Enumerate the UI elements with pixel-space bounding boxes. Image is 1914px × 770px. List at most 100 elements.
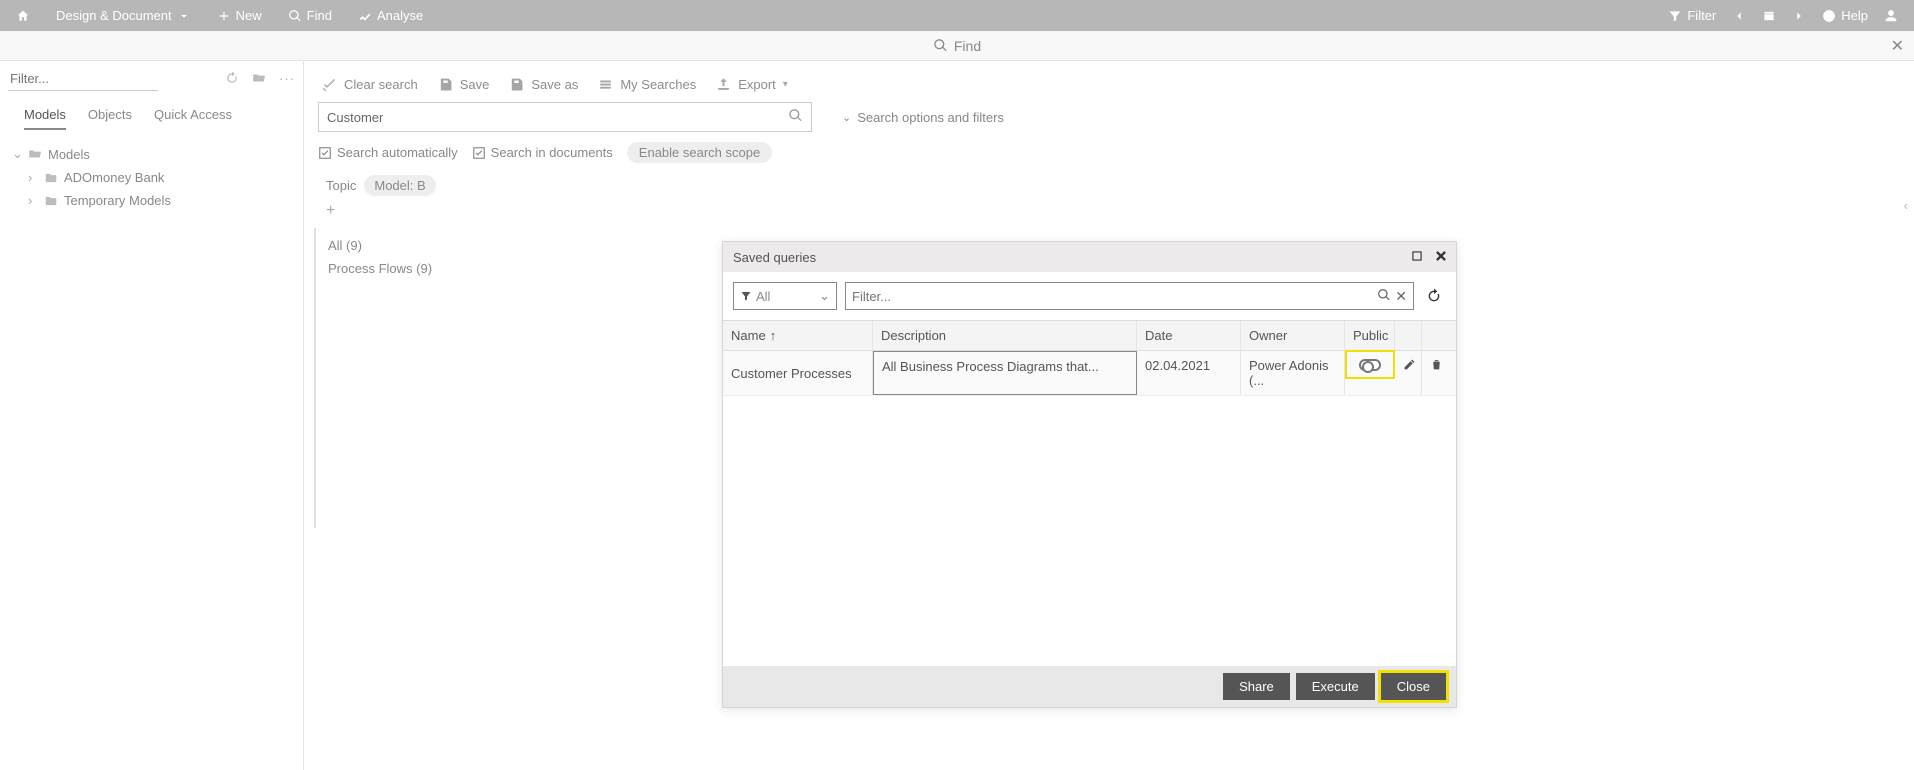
close-icon[interactable]: ✕ (1891, 36, 1904, 56)
funnel-icon (1668, 9, 1682, 23)
find-button[interactable]: Find (280, 0, 340, 31)
cell-name: Customer Processes (723, 351, 873, 395)
tree-root-label: Models (48, 147, 90, 162)
search-options-toggle[interactable]: ⌄ Search options and filters (842, 110, 1004, 125)
chevron-down-icon: ⌄ (819, 288, 830, 304)
chart-icon (358, 9, 372, 23)
dialog-filter-input[interactable] (852, 289, 1377, 304)
cell-date: 02.04.2021 (1137, 351, 1241, 395)
save-as-button[interactable]: Save as (509, 77, 578, 92)
help-button[interactable]: Help (1814, 0, 1876, 31)
chevron-down-icon (177, 9, 191, 23)
new-label: New (236, 8, 262, 23)
window-icon[interactable] (1754, 0, 1784, 31)
folder-icon (44, 194, 58, 208)
plus-icon (217, 9, 231, 23)
filter-button[interactable]: Filter (1660, 0, 1724, 31)
edit-button[interactable] (1395, 351, 1422, 395)
save-button[interactable]: Save (438, 77, 490, 92)
clear-search-button[interactable]: Clear search (322, 77, 418, 92)
clear-search-label: Clear search (344, 77, 418, 92)
export-icon (716, 77, 731, 92)
list-icon (598, 77, 613, 92)
my-searches-button[interactable]: My Searches (598, 77, 696, 92)
chevron-down-icon: ⌄ (12, 146, 22, 162)
tab-quick-access[interactable]: Quick Access (154, 107, 232, 130)
save-label: Save (460, 77, 490, 92)
dialog-footer: Share Execute Close (723, 666, 1456, 707)
chevron-right-icon (1792, 9, 1806, 23)
main-area: Clear search Save Save as My Searches Ex… (304, 61, 1914, 770)
export-label: Export (738, 77, 776, 92)
refresh-button[interactable] (1422, 284, 1446, 308)
checkbox-search-auto[interactable]: Search automatically (318, 145, 458, 160)
analyse-label: Analyse (377, 8, 423, 23)
find-page-header: Find ✕ (0, 31, 1914, 61)
col-date[interactable]: Date (1137, 321, 1241, 350)
cell-owner: Power Adonis (... (1241, 351, 1345, 395)
refresh-icon[interactable] (225, 71, 239, 88)
col-public[interactable]: Public (1345, 321, 1395, 350)
tree-root-models[interactable]: ⌄ Models (6, 142, 297, 166)
design-document-menu[interactable]: Design & Document (48, 0, 199, 31)
save-as-label: Save as (531, 77, 578, 92)
model-tree: ⌄ Models › ADOmoney Bank › Temporary Mod… (0, 136, 303, 218)
search-icon[interactable] (788, 108, 803, 126)
share-button[interactable]: Share (1223, 673, 1290, 700)
search-icon (933, 38, 948, 53)
chevron-left-icon (1732, 9, 1746, 23)
more-icon[interactable]: ··· (279, 71, 295, 88)
close-icon[interactable] (1434, 249, 1448, 266)
top-bar: Design & Document New Find Analyse Filte… (0, 0, 1914, 31)
close-button[interactable]: Close (1381, 673, 1446, 700)
sidebar-filter-input[interactable] (8, 67, 158, 91)
funnel-icon (740, 290, 752, 302)
col-name[interactable]: Name↑ (723, 321, 873, 350)
filter-scope-select[interactable]: All ⌄ (733, 282, 837, 310)
clear-icon[interactable]: ✕ (1395, 288, 1407, 305)
window-square-icon (1762, 9, 1776, 23)
public-toggle[interactable] (1345, 350, 1395, 379)
analyse-button[interactable]: Analyse (350, 0, 431, 31)
table-body-empty (723, 396, 1456, 666)
maximize-icon[interactable] (1410, 249, 1424, 266)
tree-item-label: ADOmoney Bank (64, 170, 164, 185)
col-description[interactable]: Description (873, 321, 1137, 350)
user-icon[interactable] (1876, 0, 1906, 31)
chevron-down-icon: ⌄ (842, 111, 851, 124)
tree-item-temporary[interactable]: › Temporary Models (6, 189, 297, 212)
help-label: Help (1841, 8, 1868, 23)
tree-item-adomoney[interactable]: › ADOmoney Bank (6, 166, 297, 189)
table-row[interactable]: Customer Processes All Business Process … (723, 351, 1456, 396)
home-icon[interactable] (8, 0, 38, 31)
table-header: Name↑ Description Date Owner Public (723, 320, 1456, 351)
search-input[interactable] (327, 110, 788, 125)
results-collapse-handle[interactable]: ‹ (1904, 198, 1908, 213)
chip-model[interactable]: Model: B (364, 175, 435, 196)
filter-label: Filter (1687, 8, 1716, 23)
new-button[interactable]: New (209, 0, 270, 31)
search-icon (288, 9, 302, 23)
sort-asc-icon: ↑ (770, 328, 777, 343)
search-options-label: Search options and filters (857, 110, 1004, 125)
nav-next-button[interactable] (1784, 0, 1814, 31)
checkbox-docs-label: Search in documents (491, 145, 613, 160)
delete-button[interactable] (1422, 351, 1449, 395)
execute-button[interactable]: Execute (1296, 673, 1375, 700)
chevron-right-icon: › (28, 193, 38, 208)
export-button[interactable]: Export ▾ (716, 77, 788, 92)
folder-open-icon[interactable] (251, 71, 267, 88)
chevron-down-icon: ▾ (783, 79, 788, 90)
folder-open-icon (28, 147, 42, 161)
add-filter-button[interactable]: + (326, 202, 335, 219)
my-searches-label: My Searches (620, 77, 696, 92)
tab-models[interactable]: Models (24, 107, 66, 130)
checkbox-search-docs[interactable]: Search in documents (472, 145, 613, 160)
scope-pill[interactable]: Enable search scope (627, 142, 772, 163)
tab-objects[interactable]: Objects (88, 107, 132, 130)
search-icon[interactable] (1377, 288, 1391, 305)
nav-prev-button[interactable] (1724, 0, 1754, 31)
checkbox-auto-label: Search automatically (337, 145, 458, 160)
col-owner[interactable]: Owner (1241, 321, 1345, 350)
design-document-label: Design & Document (56, 8, 172, 23)
